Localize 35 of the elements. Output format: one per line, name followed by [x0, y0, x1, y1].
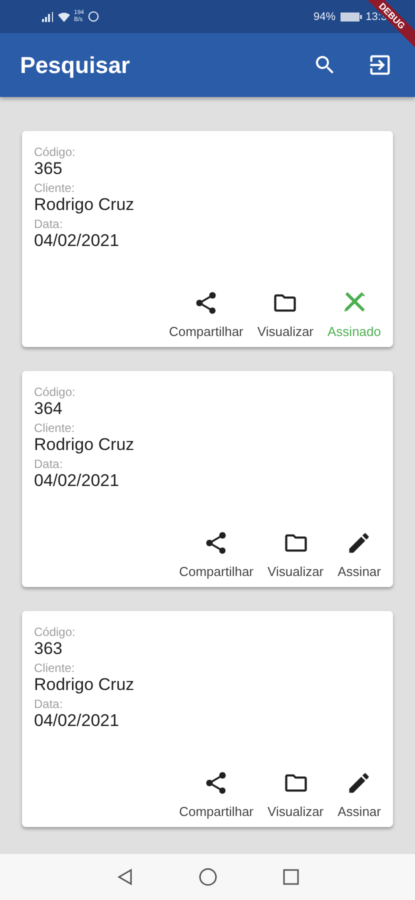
- view-button[interactable]: Visualizar: [268, 530, 324, 579]
- field-label: Código:: [34, 625, 76, 639]
- sign-button[interactable]: Assinar: [338, 770, 381, 819]
- field-label: Código:: [34, 145, 76, 159]
- sign-button[interactable]: Assinar: [338, 530, 381, 579]
- page-title: Pesquisar: [20, 52, 131, 78]
- field-value: 364: [34, 399, 64, 419]
- field-value: 363: [34, 639, 64, 659]
- field-value: 04/02/2021: [34, 471, 120, 491]
- back-icon[interactable]: [116, 868, 134, 886]
- field-value: Rodrigo Cruz: [34, 435, 136, 455]
- field-label: Código:: [34, 385, 76, 399]
- battery-percent: 94%: [314, 10, 336, 22]
- view-button[interactable]: Visualizar: [257, 290, 314, 339]
- field-label: Cliente:: [34, 661, 76, 675]
- share-button[interactable]: Compartilhar: [179, 530, 254, 579]
- field-value: 365: [34, 159, 64, 179]
- recents-icon[interactable]: [282, 868, 300, 886]
- chat-icon: [88, 11, 100, 22]
- view-button[interactable]: Visualizar: [268, 770, 324, 819]
- field-label: Data:: [34, 217, 64, 231]
- share-button[interactable]: Compartilhar: [168, 290, 244, 339]
- share-button[interactable]: Compartilhar: [179, 770, 254, 819]
- field-value: Rodrigo Cruz: [34, 195, 136, 215]
- wifi-icon: [58, 12, 70, 22]
- field-label: Data:: [34, 697, 64, 711]
- field-value: 04/02/2021: [34, 711, 120, 731]
- battery-icon: [340, 12, 362, 22]
- field-label: Data:: [34, 457, 64, 471]
- field-label: Cliente:: [34, 421, 76, 435]
- home-icon[interactable]: [198, 867, 218, 887]
- signal-icon: [42, 12, 54, 22]
- field-value: 04/02/2021: [34, 231, 120, 251]
- field-value: Rodrigo Cruz: [34, 675, 136, 695]
- field-label: Cliente:: [34, 181, 76, 195]
